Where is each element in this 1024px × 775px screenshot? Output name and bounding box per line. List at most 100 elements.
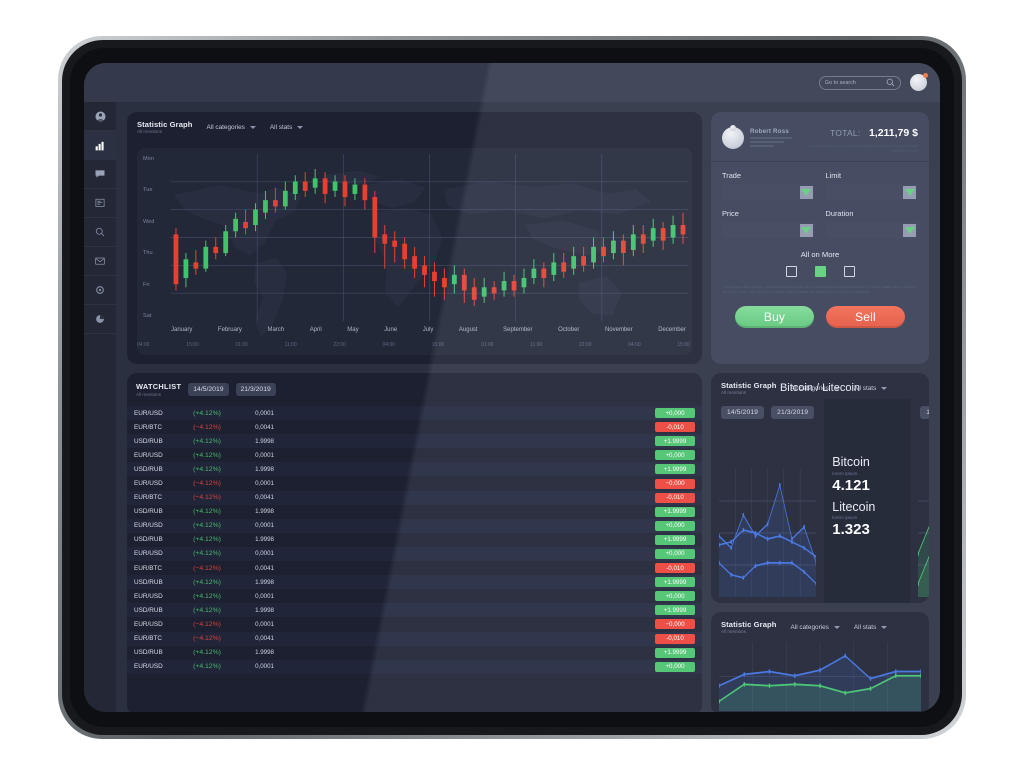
currency-pair: EUR/USD [134, 480, 163, 488]
candlestick-bar [382, 234, 388, 244]
dropdown-categories[interactable]: All categories [791, 624, 840, 631]
table-row[interactable]: EUR/BTC (−4.12%) 0,0041 -0,010 [127, 490, 702, 505]
candlestick-bar [541, 268, 547, 278]
change-percent: (−4.12%) [193, 564, 221, 572]
table-row[interactable]: EUR/USD (+4.12%) 0,0001 +0,000 [127, 546, 702, 562]
change-percent: (−4.12%) [193, 635, 221, 643]
watchlist-date-chip[interactable]: 14/5/2019 [188, 383, 229, 396]
table-row[interactable]: USD/RUB (+4.12%) 1.9998 +1.9999 [127, 434, 702, 449]
y-tick-label: Thu [143, 250, 153, 257]
watchlist-title-group: WATCHLIST All mentions [136, 382, 181, 397]
table-row[interactable]: EUR/USD (−4.12%) 0,0001 −0,000 [127, 617, 702, 631]
sidebar-item-documents[interactable] [84, 189, 116, 218]
avatar[interactable] [910, 73, 928, 91]
status-badge: +0,000 [655, 450, 695, 461]
data-point [778, 482, 781, 488]
trade-select[interactable] [722, 184, 815, 201]
sidebar-item-settings[interactable] [84, 276, 116, 305]
candlestick-bar [292, 181, 298, 194]
candlestick-bar [531, 268, 537, 278]
table-row[interactable]: EUR/USD (+4.12%) 0,0001 +0,000 [127, 448, 702, 462]
search-icon[interactable] [886, 78, 895, 87]
date-chip[interactable]: 14/5/2019 [721, 406, 765, 419]
date-chip[interactable]: 21/3/2019 [771, 406, 815, 419]
sell-button[interactable]: Sell [826, 305, 905, 328]
dropdown-stats-label: All stats [269, 124, 293, 132]
data-point [844, 690, 847, 696]
table-row[interactable]: USD/RUB (+4.12%) 1.9998 +1.9999 [127, 646, 702, 660]
bitcoin-label: Bitcoin [832, 455, 870, 470]
candlestick-bar [650, 228, 656, 241]
x-tick-time-label: 22:00 [333, 341, 346, 348]
data-point [778, 533, 781, 539]
sidebar-item-reports[interactable] [84, 305, 116, 334]
status-badge: +1.9999 [655, 577, 695, 588]
candlestick-bar [282, 190, 288, 207]
candlestick-bar [571, 256, 577, 269]
table-row[interactable]: EUR/USD (+4.12%) 0,0001 +0,000 [127, 659, 702, 674]
status-badge: +0,000 [655, 520, 695, 531]
candlestick-chart-card: Mon Tue Wed Thu Fri Sat January February March A… [137, 148, 692, 355]
date-chip[interactable]: 14/5/2019 [920, 406, 929, 419]
litecoin-sub: lorem ipsum [832, 515, 858, 521]
change-percent: (+4.12%) [193, 536, 221, 544]
currency-pair: EUR/USD [134, 522, 163, 530]
sidebar-item-profile[interactable] [84, 102, 116, 131]
bitcoin-litecoin-title: Bitcoin / Litecoin [779, 382, 861, 394]
table-row[interactable]: EUR/USD (+4.12%) 0,0001 +0,000 [127, 406, 702, 421]
sidebar-item-search[interactable] [84, 218, 116, 247]
field-trade-label: Trade [722, 171, 742, 181]
table-row[interactable]: EUR/USD (−4.12%) 0,0001 −0,000 [127, 476, 702, 490]
table-row[interactable]: USD/RUB (+4.12%) 1.9998 +1.9999 [127, 505, 702, 519]
table-row[interactable]: USD/RUB (+4.12%) 1.9998 +1.9999 [127, 533, 702, 547]
watchlist-date-chip[interactable]: 21/3/2019 [235, 383, 276, 396]
watchlist-subtitle: All mentions [136, 392, 162, 397]
user-name: Robert Ross [750, 127, 789, 135]
table-row[interactable]: USD/RUB (+4.12%) 1.9998 +1.9999 [127, 603, 702, 618]
tablet-device-frame: Go to search Statistic Graph All mention… [58, 36, 966, 739]
dashboard-content: Statistic Graph All mentions All categor… [116, 102, 940, 712]
table-row[interactable]: EUR/BTC (−4.12%) 0,0041 -0,010 [127, 561, 702, 575]
bitcoin-chart-column: 14/5/2019 21/3/2019 [711, 399, 824, 603]
checkbox-option-1[interactable] [785, 266, 797, 278]
currency-pair: EUR/BTC [134, 423, 163, 431]
x-tick-time-label: 11:00 [284, 341, 297, 348]
candlestick-bar [233, 218, 239, 232]
price-select[interactable] [722, 222, 815, 239]
table-row[interactable]: USD/RUB (+4.12%) 1.9998 +1.9999 [127, 575, 702, 590]
chevron-down-icon[interactable] [799, 185, 813, 199]
checkbox-option-3[interactable] [843, 266, 855, 278]
price-value: 1.9998 [255, 437, 274, 445]
dropdown-stats-label: All stats [853, 624, 877, 632]
chevron-down-icon[interactable] [903, 185, 916, 199]
x-tick-label: October [558, 327, 580, 333]
chevron-down-icon[interactable] [903, 223, 916, 237]
table-row[interactable]: EUR/BTC (−4.12%) 0,0041 -0,010 [127, 420, 702, 434]
limit-select[interactable] [825, 184, 918, 201]
table-row[interactable]: USD/RUB (+4.12%) 1.9998 +1.9999 [127, 462, 702, 477]
dropdown-categories[interactable]: All categories [207, 124, 256, 131]
table-row[interactable]: EUR/USD (+4.12%) 0,0001 +0,000 [127, 589, 702, 603]
sidebar-item-mail[interactable] [84, 247, 116, 276]
data-point [766, 521, 769, 527]
sidebar-item-statistics[interactable] [84, 131, 116, 160]
search-input[interactable]: Go to search [819, 75, 901, 90]
y-tick-label: Sat [143, 312, 152, 319]
x-tick-label: April [309, 327, 322, 333]
price-value: 0,0001 [255, 663, 274, 671]
x-tick-time-label: 01:00 [480, 341, 494, 348]
status-badge: +1.9999 [655, 605, 695, 616]
litecoin-chart-column: 14/5/2019 21/3/2019 [910, 399, 929, 603]
dropdown-stats[interactable]: All stats [269, 124, 304, 132]
sidebar-item-messages[interactable] [84, 160, 116, 189]
checkbox-option-2[interactable] [814, 266, 826, 278]
dropdown-stats[interactable]: All stats [853, 624, 888, 632]
table-row[interactable]: EUR/BTC (−4.12%) 0,0041 -0,010 [127, 631, 702, 646]
candlestick-plot [171, 154, 688, 321]
price-value: 1.9998 [255, 649, 274, 657]
table-row[interactable]: EUR/USD (+4.12%) 0,0001 +0,000 [127, 518, 702, 533]
chevron-down-icon[interactable] [799, 223, 813, 237]
duration-select[interactable] [825, 222, 918, 239]
buy-button[interactable]: Buy [735, 305, 814, 328]
candlestick-bar [203, 246, 209, 269]
